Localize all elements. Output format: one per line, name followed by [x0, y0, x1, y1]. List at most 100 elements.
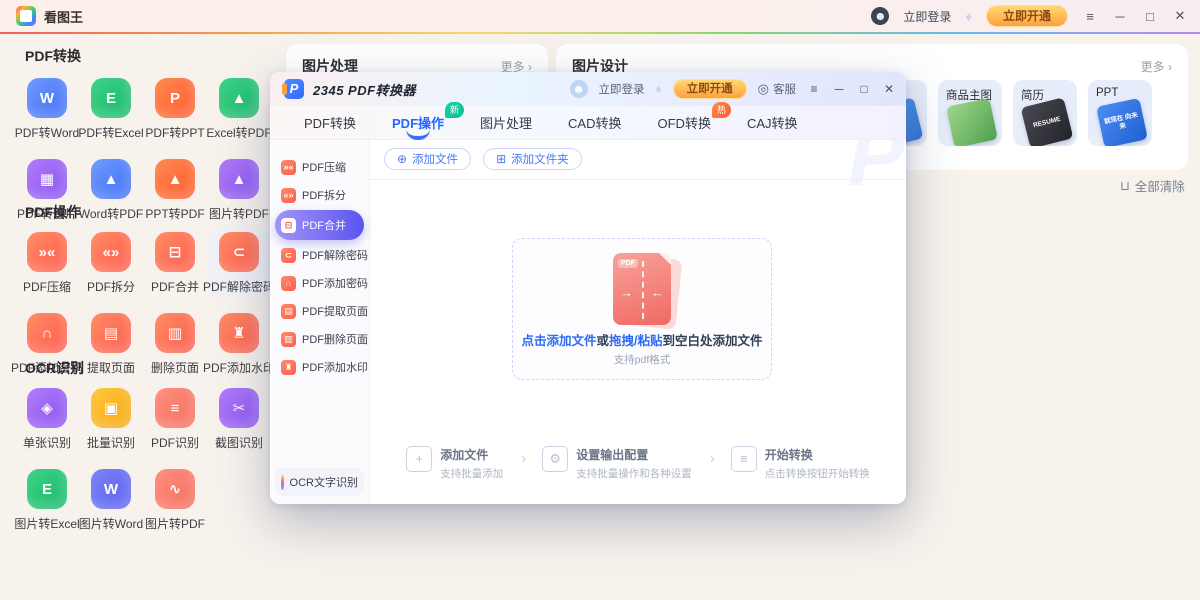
- modal-tab[interactable]: CAJ转换: [747, 113, 798, 132]
- modal-tab[interactable]: 图片处理: [480, 113, 532, 132]
- tool-icon: ⊂: [219, 232, 259, 272]
- design-card[interactable]: PPT 就现在 向未来: [1088, 80, 1152, 146]
- tool-item[interactable]: ▤ 提取页面: [79, 309, 143, 378]
- modal-tab[interactable]: PDF操作 新: [392, 113, 444, 132]
- tool-item[interactable]: ▲ Excel转PDF: [207, 74, 271, 143]
- menu-item[interactable]: ♜ PDF添加水印: [275, 354, 364, 380]
- tool-icon: ⊟: [155, 232, 195, 272]
- step-arrow-icon: ›: [710, 450, 715, 467]
- pdf-converter-window: P P 2345 PDF转换器 ☻ 立即登录 ♦ 立即开通 ◎ 客服 ≡ ─ □…: [270, 72, 906, 504]
- menu-item-label: PDF压缩: [302, 159, 346, 175]
- tool-item[interactable]: W PDF转Word: [15, 74, 79, 143]
- tool-item[interactable]: ▲ Word转PDF: [79, 155, 143, 224]
- customer-service-button[interactable]: ◎ 客服: [758, 81, 796, 97]
- maximize-icon[interactable]: □: [1142, 9, 1158, 24]
- tool-item[interactable]: »« PDF压缩: [15, 228, 79, 297]
- tool-item[interactable]: ▲ 图片转PDF: [207, 155, 271, 224]
- tool-item[interactable]: E 图片转Excel: [15, 465, 79, 534]
- more-link[interactable]: 更多 ›: [1141, 58, 1172, 75]
- minimize-icon[interactable]: ─: [1112, 9, 1128, 24]
- format-hint: 支持pdf格式: [513, 352, 771, 367]
- tool-label: Word转PDF: [79, 205, 143, 222]
- menu-item[interactable]: ⊂ PDF解除密码: [275, 242, 364, 268]
- menu-item-label: PDF合并: [302, 217, 346, 233]
- menu-icon[interactable]: ≡: [1082, 9, 1098, 24]
- section-title-pdf-convert: PDF转换: [25, 46, 81, 66]
- modal-side-menu: »« PDF压缩 «» PDF拆分 ⊟ PDF合并 ⊂ PDF解除密码 ∩ PD…: [270, 140, 370, 504]
- open-vip-button[interactable]: 立即开通: [673, 79, 747, 99]
- tool-label: 单张识别: [23, 434, 71, 451]
- tool-item[interactable]: ▣ 批量识别: [79, 384, 143, 453]
- design-card[interactable]: 简历 RESUME: [1013, 80, 1077, 146]
- menu-item[interactable]: «» PDF拆分: [275, 182, 364, 208]
- tool-item[interactable]: ⊂ PDF解除密码: [207, 228, 271, 297]
- menu-item[interactable]: ⊟ PDF合并: [275, 210, 364, 240]
- tool-icon: ▤: [91, 313, 131, 353]
- clear-all-button[interactable]: ⊔ 全部清除: [1120, 176, 1185, 195]
- tool-label: PDF合并: [151, 278, 199, 295]
- tool-item[interactable]: ∿ 图片转PDF: [143, 465, 207, 534]
- pdf-ops-grid: »« PDF压缩 «» PDF拆分 ⊟ PDF合并 ⊂ PDF解除密码 ∩ PD…: [15, 228, 271, 378]
- tool-icon: ▲: [155, 159, 195, 199]
- step-texts: 开始转换 点击转换按钮开始转换: [765, 446, 870, 481]
- tool-label: 图片转Excel: [14, 515, 79, 532]
- vip-diamond-icon[interactable]: ♦: [656, 82, 662, 96]
- modal-tab[interactable]: OFD转换 热: [658, 113, 711, 132]
- menu-icon[interactable]: ≡: [807, 82, 821, 96]
- menu-item[interactable]: »« PDF压缩: [275, 154, 364, 180]
- tool-item[interactable]: ✂ 截图识别: [207, 384, 271, 453]
- tab-label: PDF转换: [304, 116, 356, 131]
- tool-glyph: W: [104, 481, 118, 498]
- tool-item[interactable]: ▲ PPT转PDF: [143, 155, 207, 224]
- section-title-pdf-ops: PDF操作: [25, 202, 81, 222]
- menu-item[interactable]: ▥ PDF删除页面: [275, 326, 364, 352]
- tool-item[interactable]: ◈ 单张识别: [15, 384, 79, 453]
- file-dropzone[interactable]: PDF → ← 点击添加文件或拖拽/粘贴到空白处添加文件 支持pdf格式: [512, 238, 772, 380]
- tool-item[interactable]: ♜ PDF添加水印: [207, 309, 271, 378]
- blank-area-text: 到空白处添加文件: [663, 334, 763, 348]
- section-title-ocr: OCR识别: [25, 358, 84, 378]
- tool-glyph: E: [106, 90, 116, 107]
- vip-diamond-icon[interactable]: ♦: [965, 9, 972, 24]
- tool-item[interactable]: W 图片转Word: [79, 465, 143, 534]
- menu-item[interactable]: ∩ PDF添加密码: [275, 270, 364, 296]
- open-vip-button[interactable]: 立即开通: [986, 5, 1068, 27]
- step-icon: +: [406, 446, 432, 472]
- tool-item[interactable]: E PDF转Excel: [79, 74, 143, 143]
- tool-glyph: W: [40, 90, 54, 107]
- tool-item[interactable]: ▥ 删除页面: [143, 309, 207, 378]
- maximize-icon[interactable]: □: [857, 82, 871, 96]
- modal-tab-bar: PDF转换 PDF操作 新 图片处理 CAD转换 OFD转换 热 CAJ转换: [270, 106, 906, 140]
- modal-tab[interactable]: PDF转换: [304, 113, 356, 132]
- login-link[interactable]: 立即登录: [903, 8, 951, 25]
- folder-plus-icon: ⊞: [496, 152, 506, 166]
- menu-item-label: PDF添加密码: [302, 275, 368, 291]
- tab-label: CAD转换: [568, 116, 621, 131]
- tool-glyph: E: [42, 481, 52, 498]
- menu-item-ocr[interactable]: OCR文字识别: [275, 468, 364, 496]
- user-avatar[interactable]: ☻: [871, 7, 889, 25]
- design-card[interactable]: 商品主图: [938, 80, 1002, 146]
- tool-item[interactable]: ⊟ PDF合并: [143, 228, 207, 297]
- user-avatar[interactable]: ☻: [570, 80, 588, 98]
- menu-item[interactable]: ▤ PDF提取页面: [275, 298, 364, 324]
- add-folder-button[interactable]: ⊞ 添加文件夹: [483, 148, 582, 170]
- minimize-icon[interactable]: ─: [832, 82, 846, 96]
- tool-item[interactable]: «» PDF拆分: [79, 228, 143, 297]
- tool-icon: ≡: [155, 388, 195, 428]
- tool-item[interactable]: P PDF转PPT: [143, 74, 207, 143]
- close-icon[interactable]: ✕: [1172, 8, 1188, 24]
- menu-item-label: PDF添加水印: [302, 359, 368, 375]
- tool-item[interactable]: ≡ PDF识别: [143, 384, 207, 453]
- login-link[interactable]: 立即登录: [599, 81, 645, 97]
- modal-tab[interactable]: CAD转换: [568, 113, 621, 132]
- tool-icon: P: [155, 78, 195, 118]
- click-add-text[interactable]: 点击添加文件: [521, 334, 596, 348]
- page-fold: [659, 253, 671, 265]
- close-icon[interactable]: ✕: [882, 82, 896, 96]
- tool-icon: »«: [27, 232, 67, 272]
- tab-badge: 热: [712, 102, 731, 118]
- add-file-button[interactable]: ⊕ 添加文件: [384, 148, 471, 170]
- pdf-tag: PDF: [618, 259, 638, 268]
- pdf-page-front: PDF → ←: [613, 253, 671, 325]
